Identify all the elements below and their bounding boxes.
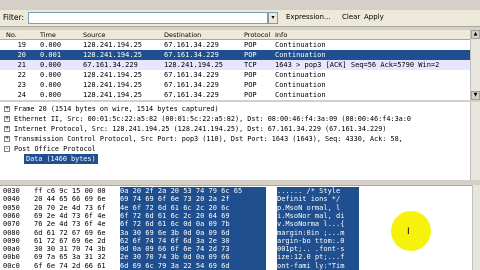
packet-cell-proto: POP [244,91,257,99]
packet-list: No. Time Source Destination Protocol Inf… [0,30,470,100]
tree-row[interactable]: + Ethernet II, Src: 00:01:5c:22:a5:82 (00… [0,114,470,124]
packet-cell-src: 128.241.194.25 [83,41,143,49]
packet-cell-time: 0.000 [40,41,62,49]
expand-plus-icon[interactable]: + [4,126,10,132]
packet-cell-dst: 67.161.34.229 [164,41,219,49]
scroll-up-arrow-icon[interactable]: ▲ [471,30,480,39]
packet-cell-src: 67.161.34.229 [83,61,138,69]
packet-cell-src: 128.241.194.25 [83,51,143,59]
packet-cell-time: 0.001 [40,51,62,59]
scroll-down-arrow-icon[interactable]: ▼ [471,91,480,100]
packet-cell-src: 128.241.194.25 [83,81,143,89]
packet-cell-info: Continuation [275,71,326,79]
apply-button[interactable]: Apply [364,13,384,21]
filter-label: Filter: [3,13,24,22]
expression-button[interactable]: Expression... [286,13,331,21]
tree-row-text: Ethernet II, Src: 00:01:5c:22:a5:82 (00:… [14,115,411,123]
filter-toolbar: Filter: ▾ Expression... Clear Apply [0,10,480,27]
packet-cell-dst: 67.161.34.229 [164,51,219,59]
packet-cell-proto: TCP [244,61,257,69]
packet-cell-no: 20 [17,51,26,59]
text-cursor-icon: I [407,227,410,237]
packet-cell-src: 128.241.194.25 [83,91,143,99]
tree-row-text: Data (1460 bytes) [24,154,98,164]
tree-row-text: Internet Protocol, Src: 128.241.194.25 (… [14,125,387,133]
filter-dropdown-button[interactable]: ▾ [268,12,278,24]
packet-cell-time: 0.000 [40,81,62,89]
packet-row[interactable]: 24 0.000 128.241.194.25 67.161.34.229 POP Con… [0,90,470,100]
packet-cell-proto: POP [244,51,257,59]
cursor-highlight [391,211,431,251]
packet-cell-info: Continuation [275,41,326,49]
column-header-destination[interactable]: Destination [164,31,201,39]
tree-row[interactable]: + Internet Protocol, Src: 128.241.194.25 … [0,124,470,134]
filter-input[interactable] [28,12,268,24]
hex-row: 00c0 6f 6e 74 2d 66 61 6d 69 6c 79 3a 22 5… [0,261,472,270]
packet-cell-dst: 67.161.34.229 [164,71,219,79]
packet-cell-time: 0.000 [40,61,62,69]
packet-cell-dst: 67.161.34.229 [164,81,219,89]
packet-cell-src: 128.241.194.25 [83,71,143,79]
packet-list-header: No. Time Source Destination Protocol Inf… [0,30,470,40]
packet-row-selected[interactable]: 20 0.001 128.241.194.25 67.161.34.229 POP Con… [0,50,470,60]
packet-cell-info: Continuation [275,51,326,59]
collapse-minus-icon[interactable]: - [4,146,10,152]
expand-plus-icon[interactable]: + [4,106,10,112]
packet-cell-info: Continuation [275,91,326,99]
packet-cell-no: 22 [17,71,26,79]
column-header-source[interactable]: Source [83,31,105,39]
hex-bytes-selected: 6d 69 6c 79 3a 22 54 69 6d [120,261,266,270]
tree-row[interactable]: + Transmission Control Protocol, Src Port… [0,134,470,144]
tree-row[interactable]: + Frame 20 (1514 bytes on wire, 1514 byte… [0,104,470,114]
packet-cell-proto: POP [244,71,257,79]
packet-cell-proto: POP [244,41,257,49]
packet-cell-no: 19 [17,41,26,49]
packet-cell-time: 0.000 [40,91,62,99]
clear-button[interactable]: Clear [342,13,360,21]
tree-row-text: Transmission Control Protocol, Src Port:… [14,135,403,143]
packet-cell-no: 21 [17,61,26,69]
packet-cell-time: 0.000 [40,71,62,79]
expand-plus-icon[interactable]: + [4,136,10,142]
hex-dump-vscrollbar[interactable] [472,185,480,270]
packet-row[interactable]: 22 0.000 128.241.194.25 67.161.34.229 POP Con… [0,70,470,80]
tree-row-text: Frame 20 (1514 bytes on wire, 1514 bytes… [14,105,219,113]
packet-cell-proto: POP [244,81,257,89]
hex-offset: 00c0 [3,261,20,270]
column-header-time[interactable]: Time [40,31,56,39]
tree-row-selected[interactable]: Data (1460 bytes) [0,154,470,164]
hex-bytes: 6f 6e 74 2d 66 61 [34,261,106,270]
column-header-protocol[interactable]: Protocol [244,31,270,39]
expand-plus-icon[interactable]: + [4,116,10,122]
packet-row[interactable]: 23 0.000 128.241.194.25 67.161.34.229 POP Con… [0,80,470,90]
column-header-info[interactable]: Info [275,31,287,39]
packet-cell-no: 24 [17,91,26,99]
packet-detail-tree: + Frame 20 (1514 bytes on wire, 1514 byte… [0,102,470,180]
tree-row-text: Post Office Protocol [14,145,96,153]
hex-ascii-selected: ont-fami ly:"Tim [277,261,359,270]
detail-tree-vscrollbar[interactable] [470,102,480,180]
packet-cell-dst: 67.161.34.229 [164,91,219,99]
packet-cell-dst: 128.241.194.25 [164,61,224,69]
tree-row[interactable]: - Post Office Protocol [0,144,470,154]
packet-cell-info: Continuation [275,81,326,89]
packet-list-vscrollbar[interactable]: ▲ ▼ [470,30,480,100]
packet-row[interactable]: 19 0.000 128.241.194.25 67.161.34.229 POP Con… [0,40,470,50]
packet-row[interactable]: 21 0.000 67.161.34.229 128.241.194.25 TCP 164… [0,60,470,70]
column-header-no[interactable]: No. [6,31,17,39]
packet-cell-no: 23 [17,81,26,89]
packet-cell-info: 1643 > pop3 [ACK] Seq=56 Ack=5790 Win=2 [275,61,440,69]
